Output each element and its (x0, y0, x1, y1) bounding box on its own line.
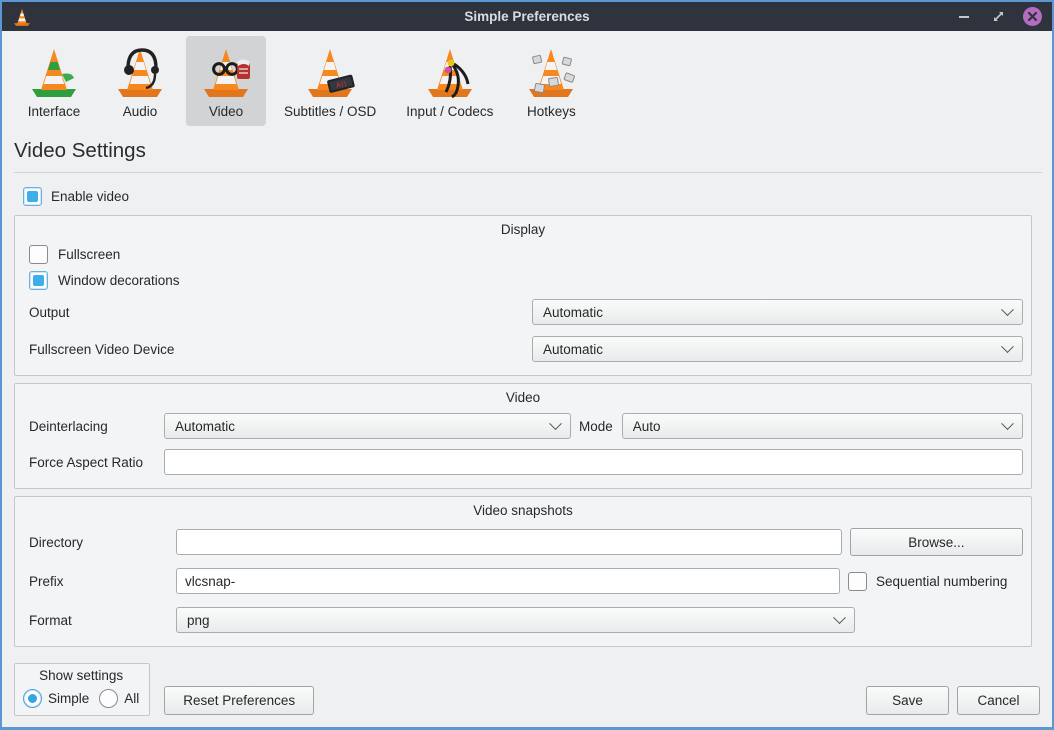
enable-video-checkbox[interactable] (23, 187, 42, 206)
deinterlacing-select-value: Automatic (175, 419, 551, 434)
enable-video-label: Enable video (51, 189, 129, 204)
format-select[interactable]: png (176, 607, 855, 633)
close-icon (1028, 12, 1037, 21)
vlc-cone-icon (12, 7, 32, 27)
chevron-down-icon (1001, 340, 1014, 353)
chevron-down-icon (1001, 303, 1014, 316)
tab-input-codecs[interactable]: Input / Codecs (394, 36, 505, 126)
chevron-down-icon (1001, 417, 1014, 430)
tab-hotkeys[interactable]: Hotkeys (511, 36, 591, 126)
tab-label: Audio (123, 104, 158, 119)
minimize-icon (959, 16, 969, 18)
maximize-icon (992, 10, 1005, 23)
video-cone-icon (198, 44, 254, 100)
cancel-button[interactable]: Cancel (957, 686, 1040, 715)
deinterlacing-label: Deinterlacing (29, 419, 164, 434)
display-groupbox: Display Fullscreen Window decorations Ou… (14, 215, 1032, 376)
prefix-input[interactable] (176, 568, 840, 594)
deinterlacing-select[interactable]: Automatic (164, 413, 571, 439)
window-decorations-label: Window decorations (58, 273, 180, 288)
footer: Show settings Simple All Reset Preferenc… (2, 663, 1052, 727)
input-codecs-cone-icon (422, 44, 478, 100)
simple-preferences-window: Simple Preferences (0, 0, 1054, 730)
fullscreen-video-device-select-value: Automatic (543, 342, 1003, 357)
page-title: Video Settings (14, 139, 1052, 163)
interface-cone-icon (26, 44, 82, 100)
output-select[interactable]: Automatic (532, 299, 1023, 325)
tab-video[interactable]: Video (186, 36, 266, 126)
mode-select[interactable]: Auto (622, 413, 1023, 439)
radio-dot (28, 694, 37, 703)
display-group-title: Display (15, 216, 1031, 241)
output-label: Output (29, 305, 532, 320)
checkbox-mark (33, 249, 44, 260)
fullscreen-video-device-label: Fullscreen Video Device (29, 342, 532, 357)
video-snapshots-groupbox: Video snapshots Directory Browse... Pref… (14, 496, 1032, 647)
fullscreen-checkbox[interactable] (29, 245, 48, 264)
simple-radio-label: Simple (48, 691, 89, 706)
browse-button[interactable]: Browse... (850, 528, 1023, 556)
all-radio-label: All (124, 691, 139, 706)
maximize-button[interactable] (989, 8, 1007, 26)
directory-input[interactable] (176, 529, 842, 555)
close-button[interactable] (1023, 7, 1042, 26)
tab-subtitles-osd[interactable]: A)) Subtitles / OSD (272, 36, 388, 126)
tab-audio[interactable]: Audio (100, 36, 180, 126)
window-title: Simple Preferences (2, 9, 1052, 24)
audio-cone-icon (112, 44, 168, 100)
force-aspect-ratio-label: Force Aspect Ratio (29, 455, 164, 470)
tab-label: Subtitles / OSD (284, 104, 376, 119)
output-select-value: Automatic (543, 305, 1003, 320)
format-select-value: png (187, 613, 835, 628)
checkbox-mark (33, 275, 44, 286)
radio-option-all[interactable]: All (99, 689, 139, 708)
mode-select-value: Auto (633, 419, 1003, 434)
sequential-numbering-checkbox[interactable] (848, 572, 867, 591)
hotkeys-cone-icon (523, 44, 579, 100)
save-button[interactable]: Save (866, 686, 949, 715)
format-label: Format (29, 613, 176, 628)
prefix-label: Prefix (29, 574, 176, 589)
tab-label: Hotkeys (527, 104, 576, 119)
tab-label: Input / Codecs (406, 104, 493, 119)
subtitles-cone-icon: A)) (302, 44, 358, 100)
mode-label: Mode (579, 419, 613, 434)
window-decorations-checkbox[interactable] (29, 271, 48, 290)
video-snapshots-group-title: Video snapshots (15, 497, 1031, 522)
chevron-down-icon (833, 611, 846, 624)
show-settings-title: Show settings (23, 668, 139, 689)
minimize-button[interactable] (955, 8, 973, 26)
heading-divider (14, 172, 1042, 173)
tab-interface[interactable]: Interface (14, 36, 94, 126)
force-aspect-ratio-input[interactable] (164, 449, 1023, 475)
fullscreen-video-device-select[interactable]: Automatic (532, 336, 1023, 362)
reset-preferences-button[interactable]: Reset Preferences (164, 686, 314, 715)
tab-label: Video (209, 104, 243, 119)
checkbox-mark (27, 191, 38, 202)
video-groupbox: Video Deinterlacing Automatic Mode Auto … (14, 383, 1032, 489)
chevron-down-icon (549, 417, 562, 430)
checkbox-mark (852, 576, 863, 587)
radio-option-simple[interactable]: Simple (23, 689, 89, 708)
radio-dot (104, 694, 113, 703)
simple-radio[interactable] (23, 689, 42, 708)
sequential-numbering-label: Sequential numbering (876, 574, 1023, 589)
tab-label: Interface (28, 104, 81, 119)
fullscreen-label: Fullscreen (58, 247, 120, 262)
video-group-title: Video (15, 384, 1031, 409)
preferences-toolbar: Interface Audio Video (2, 31, 1052, 129)
all-radio[interactable] (99, 689, 118, 708)
show-settings-groupbox: Show settings Simple All (14, 663, 150, 716)
titlebar[interactable]: Simple Preferences (2, 2, 1052, 31)
directory-label: Directory (29, 535, 176, 550)
